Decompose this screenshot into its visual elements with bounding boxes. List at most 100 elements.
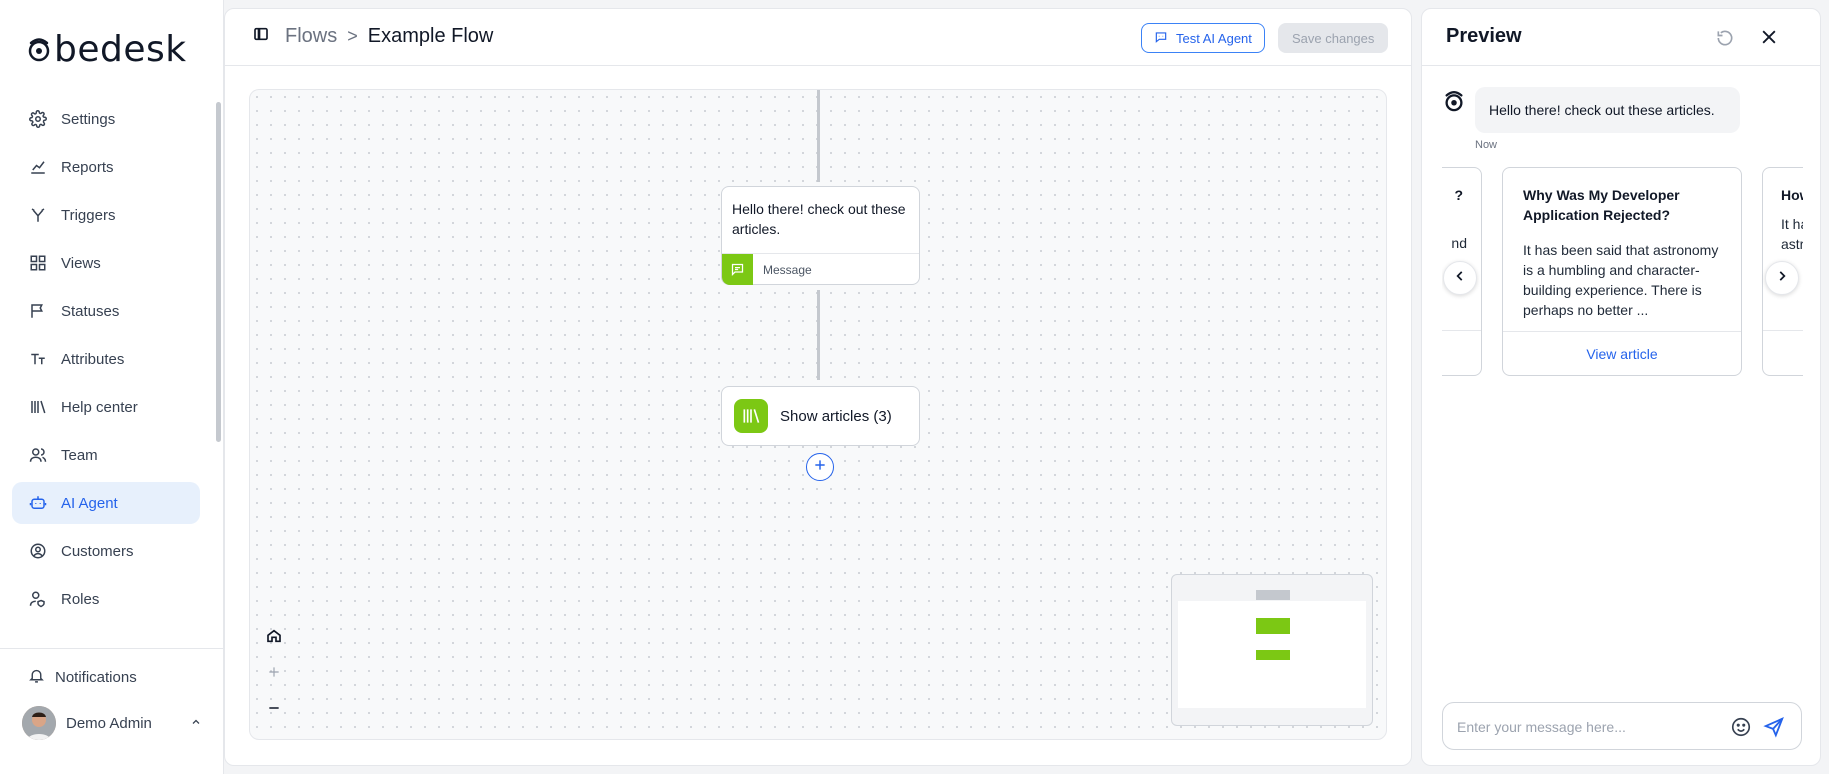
fit-view-button[interactable] <box>262 620 286 656</box>
minus-icon <box>267 701 281 720</box>
zoom-out-button[interactable] <box>262 692 286 728</box>
refresh-icon[interactable] <box>1715 28 1735 53</box>
user-shield-icon <box>28 589 48 609</box>
minimap-node <box>1256 618 1290 634</box>
flow-canvas[interactable]: Hello there! check out these articles. M… <box>249 89 1387 740</box>
send-icon[interactable] <box>1763 716 1785 743</box>
sidebar-item-label: AI Agent <box>61 494 118 512</box>
text-size-icon <box>28 349 48 369</box>
preview-title: Preview <box>1446 25 1522 47</box>
users-icon <box>28 445 48 465</box>
article-excerpt: It has been said that astronomy is a hum… <box>1523 242 1719 318</box>
sidebar-item-views[interactable]: Views <box>12 242 200 284</box>
sidebar-item-help-center[interactable]: Help center <box>12 386 200 428</box>
canvas-controls <box>262 620 286 728</box>
bell-icon <box>28 667 45 688</box>
logo: bedesk <box>26 30 187 70</box>
article-excerpt-line: It ha <box>1781 216 1803 232</box>
message-input[interactable] <box>1457 716 1727 738</box>
sidebar-item-roles[interactable]: Roles <box>12 578 200 620</box>
user-name: Demo Admin <box>66 714 152 732</box>
show-articles-label: Show articles (3) <box>780 407 892 425</box>
breadcrumb: Flows > Example Flow <box>253 25 493 48</box>
sidebar-item-label: Settings <box>61 110 116 128</box>
editor-header: Flows > Example Flow Test AI Agent Save … <box>225 9 1411 66</box>
chat-bot-icon <box>1154 30 1168 47</box>
flow-edge <box>817 90 820 182</box>
notifications-label: Notifications <box>55 669 137 686</box>
article-title: How <box>1781 187 1803 203</box>
sidebar-scrollbar[interactable] <box>216 102 221 442</box>
sidebar-item-label: Customers <box>61 542 134 560</box>
avatar <box>22 706 56 740</box>
grid-icon <box>28 253 48 273</box>
view-article-link[interactable]: View article <box>1503 331 1741 375</box>
plus-icon <box>267 665 281 684</box>
add-node-button[interactable] <box>806 453 834 481</box>
minimap-node <box>1256 650 1290 660</box>
user-menu[interactable]: Demo Admin <box>22 706 202 740</box>
bot-message: Hello there! check out these articles. <box>1475 87 1740 133</box>
breadcrumb-flows-link[interactable]: Flows <box>285 25 337 48</box>
chevron-left-icon <box>1453 269 1467 288</box>
sidebar-item-label: Views <box>61 254 101 272</box>
close-icon[interactable] <box>1759 27 1779 52</box>
breadcrumb-separator: > <box>347 26 358 46</box>
message-icon <box>722 254 753 285</box>
sidebar: bedesk Settings Reports Triggers Views S… <box>0 0 224 774</box>
sidebar-footer: Notifications Demo Admin <box>0 648 224 740</box>
save-changes-button[interactable]: Save changes <box>1278 23 1389 53</box>
article-divider <box>1442 330 1481 331</box>
sidebar-item-label: Reports <box>61 158 114 176</box>
library-icon <box>734 399 768 433</box>
carousel-prev-button[interactable] <box>1443 261 1477 295</box>
article-card[interactable]: Why Was My Developer Application Rejecte… <box>1502 167 1742 376</box>
article-title: Why Was My Developer Application Rejecte… <box>1523 187 1680 223</box>
article-carousel: ? nd Why Was My Developer Application Re… <box>1442 167 1803 389</box>
gear-icon <box>28 109 48 129</box>
article-excerpt-line: astr <box>1781 236 1803 252</box>
sidebar-item-customers[interactable]: Customers <box>12 530 200 572</box>
sidebar-item-team[interactable]: Team <box>12 434 200 476</box>
article-divider <box>1763 330 1803 331</box>
message-node[interactable]: Hello there! check out these articles. M… <box>721 186 920 285</box>
home-icon <box>266 628 282 649</box>
minimap[interactable] <box>1171 574 1373 726</box>
article-excerpt: nd <box>1451 235 1467 251</box>
chevron-up-icon <box>190 715 202 732</box>
show-articles-node[interactable]: Show articles (3) <box>721 386 920 446</box>
test-ai-agent-label: Test AI Agent <box>1176 30 1252 46</box>
sidebar-nav: Settings Reports Triggers Views Statuses… <box>12 98 200 626</box>
preview-header: Preview <box>1422 9 1820 66</box>
sidebar-item-label: Attributes <box>61 350 125 368</box>
message-composer <box>1442 702 1802 750</box>
page-title: Example Flow <box>367 25 494 47</box>
logo-icon <box>26 34 52 67</box>
sidebar-item-label: Triggers <box>61 206 116 224</box>
sidebar-item-label: Help center <box>61 398 138 416</box>
message-node-type: Message <box>763 262 812 277</box>
user-circle-icon <box>28 541 48 561</box>
sidebar-item-ai-agent[interactable]: AI Agent <box>12 482 200 524</box>
message-timestamp: Now <box>1475 139 1498 151</box>
article-title: ? <box>1454 187 1463 203</box>
plus-icon <box>813 458 827 477</box>
bot-icon <box>28 493 48 513</box>
sidebar-item-attributes[interactable]: Attributes <box>12 338 200 380</box>
branch-icon <box>28 205 48 225</box>
test-ai-agent-button[interactable]: Test AI Agent <box>1141 23 1265 53</box>
sidebar-item-settings[interactable]: Settings <box>12 98 200 140</box>
preview-panel: Preview Hello there! check out these art… <box>1421 8 1821 766</box>
sidebar-toggle-icon[interactable] <box>253 25 269 48</box>
sidebar-item-label: Statuses <box>61 302 120 320</box>
sidebar-item-label: Team <box>61 446 98 464</box>
sidebar-item-statuses[interactable]: Statuses <box>12 290 200 332</box>
bot-logo-icon <box>1442 87 1466 118</box>
carousel-next-button[interactable] <box>1765 261 1799 295</box>
zoom-in-button[interactable] <box>262 656 286 692</box>
sidebar-item-reports[interactable]: Reports <box>12 146 200 188</box>
library-icon <box>28 397 48 417</box>
notifications-link[interactable]: Notifications <box>28 667 137 688</box>
sidebar-item-triggers[interactable]: Triggers <box>12 194 200 236</box>
emoji-icon[interactable] <box>1730 716 1752 743</box>
